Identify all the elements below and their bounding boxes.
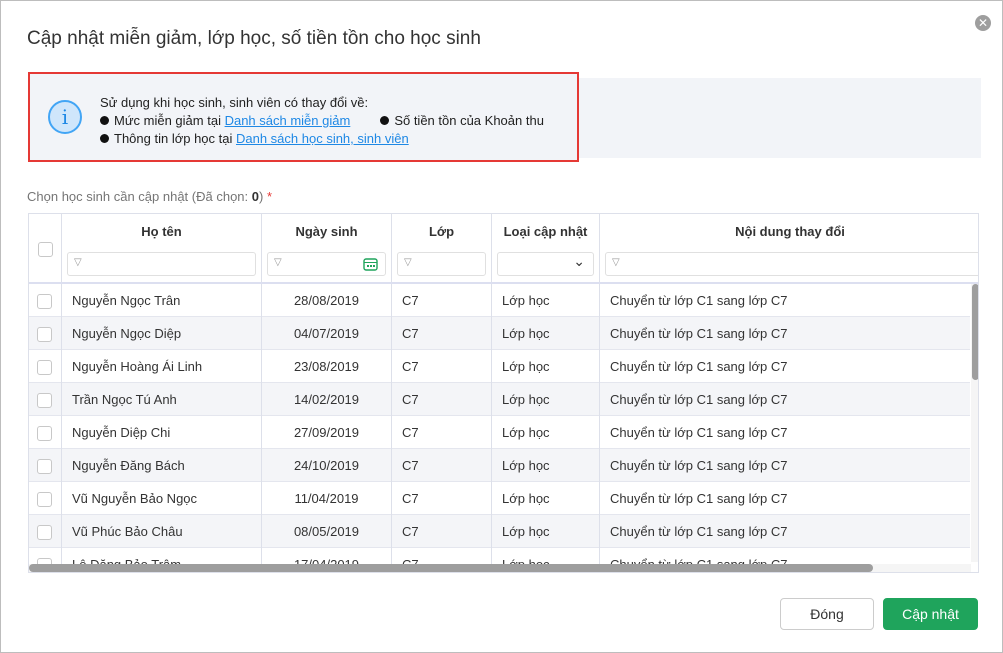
cell-dob: 28/08/2019 [262, 284, 392, 317]
info-item-1: Mức miễn giảm tại [114, 113, 225, 128]
cell-dob: 17/04/2019 [262, 548, 392, 564]
cell-change-content: Chuyển từ lớp C1 sang lớp C7 [610, 458, 788, 473]
cell-update-type: Lớp học [492, 350, 600, 383]
info-icon: i [48, 100, 82, 134]
table-row[interactable]: Lê Đăng Bảo Trâm17/04/2019C7Lớp họcChuyể… [29, 548, 970, 564]
dialog-title: Cập nhật miễn giảm, lớp học, số tiền tồn… [27, 28, 481, 49]
cell-dob: 04/07/2019 [262, 317, 392, 350]
col-change-content: Nội dung thay đổi [735, 224, 845, 239]
cell-class: C7 [392, 350, 492, 383]
cell-student-name: Nguyễn Ngọc Diệp [62, 317, 262, 350]
cell-student-name: Nguyễn Diệp Chi [62, 416, 262, 449]
cell-class: C7 [392, 416, 492, 449]
col-class: Lớp [428, 224, 455, 239]
row-checkbox[interactable] [37, 492, 52, 508]
cell-dob: 24/10/2019 [262, 449, 392, 482]
student-list-link[interactable]: Danh sách học sinh, sinh viên [236, 131, 409, 146]
cell-student-name: Nguyễn Ngọc Trân [62, 284, 262, 317]
cell-student-name: Trần Ngọc Tú Anh [62, 383, 262, 416]
cell-student-name: Lê Đăng Bảo Trâm [62, 548, 262, 564]
info-item-2: Số tiền tồn của Khoản thu [394, 113, 544, 128]
cell-change-content: Chuyển từ lớp C1 sang lớp C7 [610, 359, 788, 374]
cell-student-name: Vũ Phúc Bảo Châu [62, 515, 262, 548]
filter-icon: ▽ [74, 257, 82, 268]
close-button[interactable]: Đóng [780, 598, 874, 630]
row-checkbox[interactable] [37, 459, 52, 475]
cell-dob: 08/05/2019 [262, 515, 392, 548]
info-intro: Sử dụng khi học sinh, sinh viên có thay … [100, 95, 369, 110]
cell-change-content: Chuyển từ lớp C1 sang lớp C7 [610, 392, 788, 407]
cell-class: C7 [392, 317, 492, 350]
info-item-3: Thông tin lớp học tại [114, 131, 236, 146]
cell-update-type: Lớp học [492, 383, 600, 416]
row-checkbox[interactable] [37, 525, 52, 541]
info-box: i Sử dụng khi học sinh, sinh viên có tha… [28, 72, 579, 162]
info-text: Sử dụng khi học sinh, sinh viên có thay … [100, 94, 544, 148]
filter-icon: ▽ [612, 257, 620, 268]
cell-change-content: Chuyển từ lớp C1 sang lớp C7 [610, 425, 788, 440]
cell-dob: 27/09/2019 [262, 416, 392, 449]
calendar-icon [363, 258, 378, 271]
cell-change-content: Chuyển từ lớp C1 sang lớp C7 [610, 326, 788, 341]
cell-update-type: Lớp học [492, 284, 600, 317]
cell-change-content: Chuyển từ lớp C1 sang lớp C7 [610, 491, 788, 506]
table-row[interactable]: Nguyễn Hoàng Ái Linh 23/08/2019 C7 Lớp học C… [29, 350, 970, 383]
update-button[interactable]: Cập nhật [883, 598, 978, 630]
cell-class: C7 [392, 449, 492, 482]
name-filter-input[interactable]: ▽ [67, 252, 256, 276]
selection-label: Chọn học sinh cần cập nhật (Đã chọn: 0) … [27, 189, 273, 204]
row-checkbox[interactable] [37, 294, 52, 310]
col-name: Họ tên [141, 224, 182, 239]
table-row[interactable]: Trần Ngọc Tú Anh 14/02/2019 C7 Lớp học Chuyể… [29, 383, 970, 416]
cell-dob: 23/08/2019 [262, 350, 392, 383]
chevron-down-icon: ⌄ [573, 253, 585, 269]
select-all-checkbox[interactable] [37, 242, 53, 257]
table-row[interactable]: Nguyễn Đăng Bách 24/10/2019 C7 Lớp học Chuyể… [29, 449, 970, 482]
col-dob: Ngày sinh [295, 224, 358, 239]
cell-student-name: Vũ Nguyễn Bảo Ngọc [62, 482, 262, 515]
update-dialog: Cập nhật miễn giảm, lớp học, số tiền tồn… [0, 0, 1003, 653]
exemption-list-link[interactable]: Danh sách miễn giảm [225, 113, 351, 128]
table-body: Nguyễn Ngọc Trân 28/08/2019 C7 Lớp học Chuyể… [29, 284, 970, 564]
row-checkbox[interactable] [37, 360, 52, 376]
vertical-scrollbar[interactable] [971, 284, 978, 562]
table-row[interactable]: Vũ Phúc Bảo Châu 08/05/2019 C7 Lớp học Chuyể… [29, 515, 970, 548]
table-row[interactable]: Vũ Nguyễn Bảo Ngọc 11/04/2019 C7 Lớp học Chu… [29, 482, 970, 515]
row-checkbox[interactable] [37, 327, 52, 343]
horizontal-scrollbar[interactable] [29, 564, 971, 572]
cell-student-name: Nguyễn Đăng Bách [62, 449, 262, 482]
table-header: Họ tên ▽ Ngày sinh ▽ Lớp ▽ Loại cập nhật ⌄ N… [29, 214, 978, 284]
cell-class: C7 [392, 515, 492, 548]
cell-class: C7 [392, 482, 492, 515]
table-row[interactable]: Nguyễn Ngọc Diệp 04/07/2019 C7 Lớp học Chuyể… [29, 317, 970, 350]
cell-update-type: Lớp học [492, 317, 600, 350]
cell-update-type: Lớp học [492, 482, 600, 515]
cell-student-name: Nguyễn Hoàng Ái Linh [62, 350, 262, 383]
cell-update-type: Lớp học [492, 548, 600, 564]
cell-dob: 11/04/2019 [262, 482, 392, 515]
table-row[interactable]: Nguyễn Ngọc Trân 28/08/2019 C7 Lớp học Chuyể… [29, 284, 970, 317]
cell-change-content: Chuyển từ lớp C1 sang lớp C7 [600, 548, 970, 564]
cell-class: C7 [392, 548, 492, 564]
col-update-type: Loại cập nhật [503, 224, 588, 239]
cell-dob: 14/02/2019 [262, 383, 392, 416]
cell-update-type: Lớp học [492, 449, 600, 482]
cell-update-type: Lớp học [492, 416, 600, 449]
update-type-select[interactable]: ⌄ [497, 252, 594, 276]
close-icon[interactable]: ✕ [975, 15, 991, 31]
class-filter-input[interactable]: ▽ [397, 252, 486, 276]
cell-change-content: Chuyển từ lớp C1 sang lớp C7 [610, 293, 788, 308]
dob-filter-input[interactable]: ▽ [267, 252, 386, 276]
cell-update-type: Lớp học [492, 515, 600, 548]
cell-class: C7 [392, 383, 492, 416]
filter-icon: ▽ [274, 257, 282, 268]
row-checkbox[interactable] [37, 393, 52, 409]
table-row[interactable]: Nguyễn Diệp Chi 27/09/2019 C7 Lớp học Chuyển… [29, 416, 970, 449]
row-checkbox[interactable] [37, 426, 52, 442]
student-table: Họ tên ▽ Ngày sinh ▽ Lớp ▽ Loại cập nhật ⌄ N… [28, 213, 979, 573]
change-filter-input[interactable]: ▽ [605, 252, 978, 276]
cell-change-content: Chuyển từ lớp C1 sang lớp C7 [610, 524, 788, 539]
cell-class: C7 [392, 284, 492, 317]
filter-icon: ▽ [404, 257, 412, 268]
